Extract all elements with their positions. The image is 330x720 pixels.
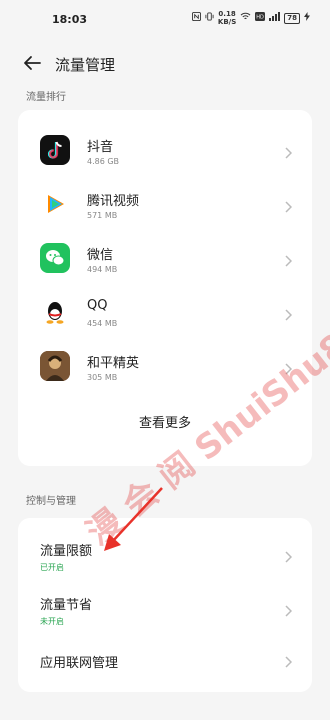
- chevron-right-icon: [284, 252, 293, 267]
- chevron-right-icon: [284, 198, 293, 213]
- app-name: 微信: [87, 248, 114, 263]
- app-network-title: 应用联网管理: [40, 656, 119, 671]
- qq-icon: [40, 297, 70, 327]
- net-speed: 0.18 KB/S: [218, 10, 236, 26]
- douyin-icon: [40, 135, 70, 165]
- data-saver-item[interactable]: 流量节省 未开启: [18, 584, 312, 638]
- app-name: 和平精英: [87, 356, 140, 371]
- app-row-douyin[interactable]: 抖音 4.86 GB: [18, 126, 312, 180]
- app-name: QQ: [87, 298, 108, 313]
- status-icons: 0.18 KB/S HD 78: [191, 10, 310, 26]
- data-limit-title: 流量限额: [40, 544, 93, 559]
- chevron-right-icon: [284, 144, 293, 159]
- app-data-usage: 4.86 GB: [87, 157, 120, 166]
- data-saver-status: 未开启: [40, 617, 64, 626]
- vibrate-icon: [205, 12, 214, 24]
- app-row-game[interactable]: 和平精英 305 MB: [18, 342, 312, 396]
- back-arrow-icon[interactable]: [22, 55, 42, 71]
- status-bar: 18:03 0.18 KB/S HD 78: [0, 0, 330, 36]
- nfc-icon: [191, 12, 201, 24]
- app-data-usage: 494 MB: [87, 265, 118, 274]
- status-time: 18:03: [52, 13, 88, 26]
- data-limit-status: 已开启: [40, 563, 64, 572]
- app-network-item[interactable]: 应用联网管理: [18, 638, 312, 692]
- game-icon: [40, 351, 70, 381]
- svg-text:HD: HD: [256, 15, 264, 21]
- section-label-ranking: 流量排行: [26, 92, 66, 103]
- chevron-right-icon: [284, 306, 293, 321]
- net-speed-unit: KB/S: [217, 18, 237, 26]
- data-saver-title: 流量节省: [40, 598, 93, 613]
- view-more-button[interactable]: 查看更多: [18, 412, 312, 431]
- wechat-icon: [40, 243, 70, 273]
- chevron-right-icon: [284, 548, 293, 563]
- app-row-tencent-video[interactable]: 腾讯视频 571 MB: [18, 180, 312, 234]
- app-ranking-card: 抖音 4.86 GB 腾讯视频 571 MB 微信 494 MB QQ 454 …: [18, 110, 312, 466]
- section-label-control: 控制与管理: [26, 496, 76, 507]
- data-limit-item[interactable]: 流量限额 已开启: [18, 530, 312, 584]
- wifi-icon: [240, 12, 251, 24]
- app-data-usage: 454 MB: [87, 319, 118, 328]
- control-card: 流量限额 已开启 流量节省 未开启 应用联网管理: [18, 518, 312, 692]
- app-data-usage: 571 MB: [87, 211, 118, 220]
- battery-indicator: 78: [284, 12, 300, 24]
- tencent-video-icon: [40, 189, 70, 219]
- chevron-right-icon: [284, 360, 293, 375]
- signal-icon: [269, 12, 281, 24]
- chevron-right-icon: [284, 653, 293, 668]
- hd-icon: HD: [255, 12, 266, 24]
- app-name: 抖音: [87, 140, 114, 155]
- app-name: 腾讯视频: [87, 194, 140, 209]
- app-row-wechat[interactable]: 微信 494 MB: [18, 234, 312, 288]
- app-row-qq[interactable]: QQ 454 MB: [18, 288, 312, 342]
- charging-icon: [304, 12, 310, 24]
- page-header: 流量管理: [0, 44, 330, 82]
- net-speed-value: 0.18: [218, 10, 236, 18]
- chevron-right-icon: [284, 602, 293, 617]
- app-data-usage: 305 MB: [87, 373, 118, 382]
- page-title: 流量管理: [55, 56, 116, 74]
